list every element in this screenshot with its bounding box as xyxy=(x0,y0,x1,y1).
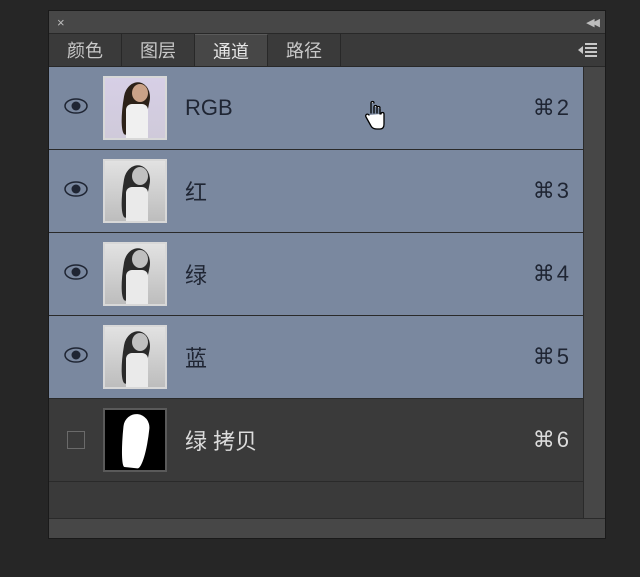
collapse-icon[interactable]: ◀◀ xyxy=(586,16,597,29)
channel-name: 蓝 xyxy=(185,341,533,373)
channel-name: 绿 拷贝 xyxy=(185,424,533,456)
visibility-toggle[interactable] xyxy=(49,431,103,449)
eye-icon xyxy=(64,347,88,368)
channel-shortcut: ⌘5 xyxy=(533,344,569,370)
visibility-unchecked-icon xyxy=(67,431,85,449)
channel-row-blue[interactable]: 蓝 ⌘5 xyxy=(49,316,605,399)
channel-thumbnail xyxy=(103,325,167,389)
channel-name: 红 xyxy=(185,175,533,207)
tab-paths[interactable]: 路径 xyxy=(268,34,341,66)
channel-row-green-copy[interactable]: 绿 拷贝 ⌘6 xyxy=(49,399,605,482)
channel-shortcut: ⌘2 xyxy=(533,95,569,121)
visibility-toggle[interactable] xyxy=(49,181,103,202)
eye-icon xyxy=(64,264,88,285)
scrollbar[interactable] xyxy=(583,67,605,518)
channel-shortcut: ⌘6 xyxy=(533,427,569,453)
tab-channels[interactable]: 通道 xyxy=(195,34,268,66)
channels-list: RGB ⌘2 红 ⌘3 xyxy=(49,67,605,518)
titlebar: × ◀◀ xyxy=(49,11,605,33)
channel-thumbnail xyxy=(103,159,167,223)
tab-color[interactable]: 颜色 xyxy=(49,34,122,66)
channel-row-rgb[interactable]: RGB ⌘2 xyxy=(49,67,605,150)
channel-row-red[interactable]: 红 ⌘3 xyxy=(49,150,605,233)
list-empty-area xyxy=(49,482,605,518)
visibility-toggle[interactable] xyxy=(49,98,103,119)
panel-footer xyxy=(49,518,605,538)
triangle-icon xyxy=(578,46,583,54)
channel-thumbnail xyxy=(103,76,167,140)
panel: × ◀◀ 颜色 图层 通道 路径 RGB ⌘2 xyxy=(48,10,606,539)
tab-layers[interactable]: 图层 xyxy=(122,34,195,66)
channel-shortcut: ⌘3 xyxy=(533,178,569,204)
tab-bar: 颜色 图层 通道 路径 xyxy=(49,33,605,67)
visibility-toggle[interactable] xyxy=(49,264,103,285)
channel-row-green[interactable]: 绿 ⌘4 xyxy=(49,233,605,316)
close-icon[interactable]: × xyxy=(57,15,65,30)
channel-thumbnail xyxy=(103,408,167,472)
channel-thumbnail xyxy=(103,242,167,306)
visibility-toggle[interactable] xyxy=(49,347,103,368)
hamburger-icon xyxy=(585,43,597,57)
eye-icon xyxy=(64,98,88,119)
channel-name: RGB xyxy=(185,95,533,121)
eye-icon xyxy=(64,181,88,202)
channel-name: 绿 xyxy=(185,258,533,290)
panel-menu-button[interactable] xyxy=(578,43,597,57)
channel-shortcut: ⌘4 xyxy=(533,261,569,287)
